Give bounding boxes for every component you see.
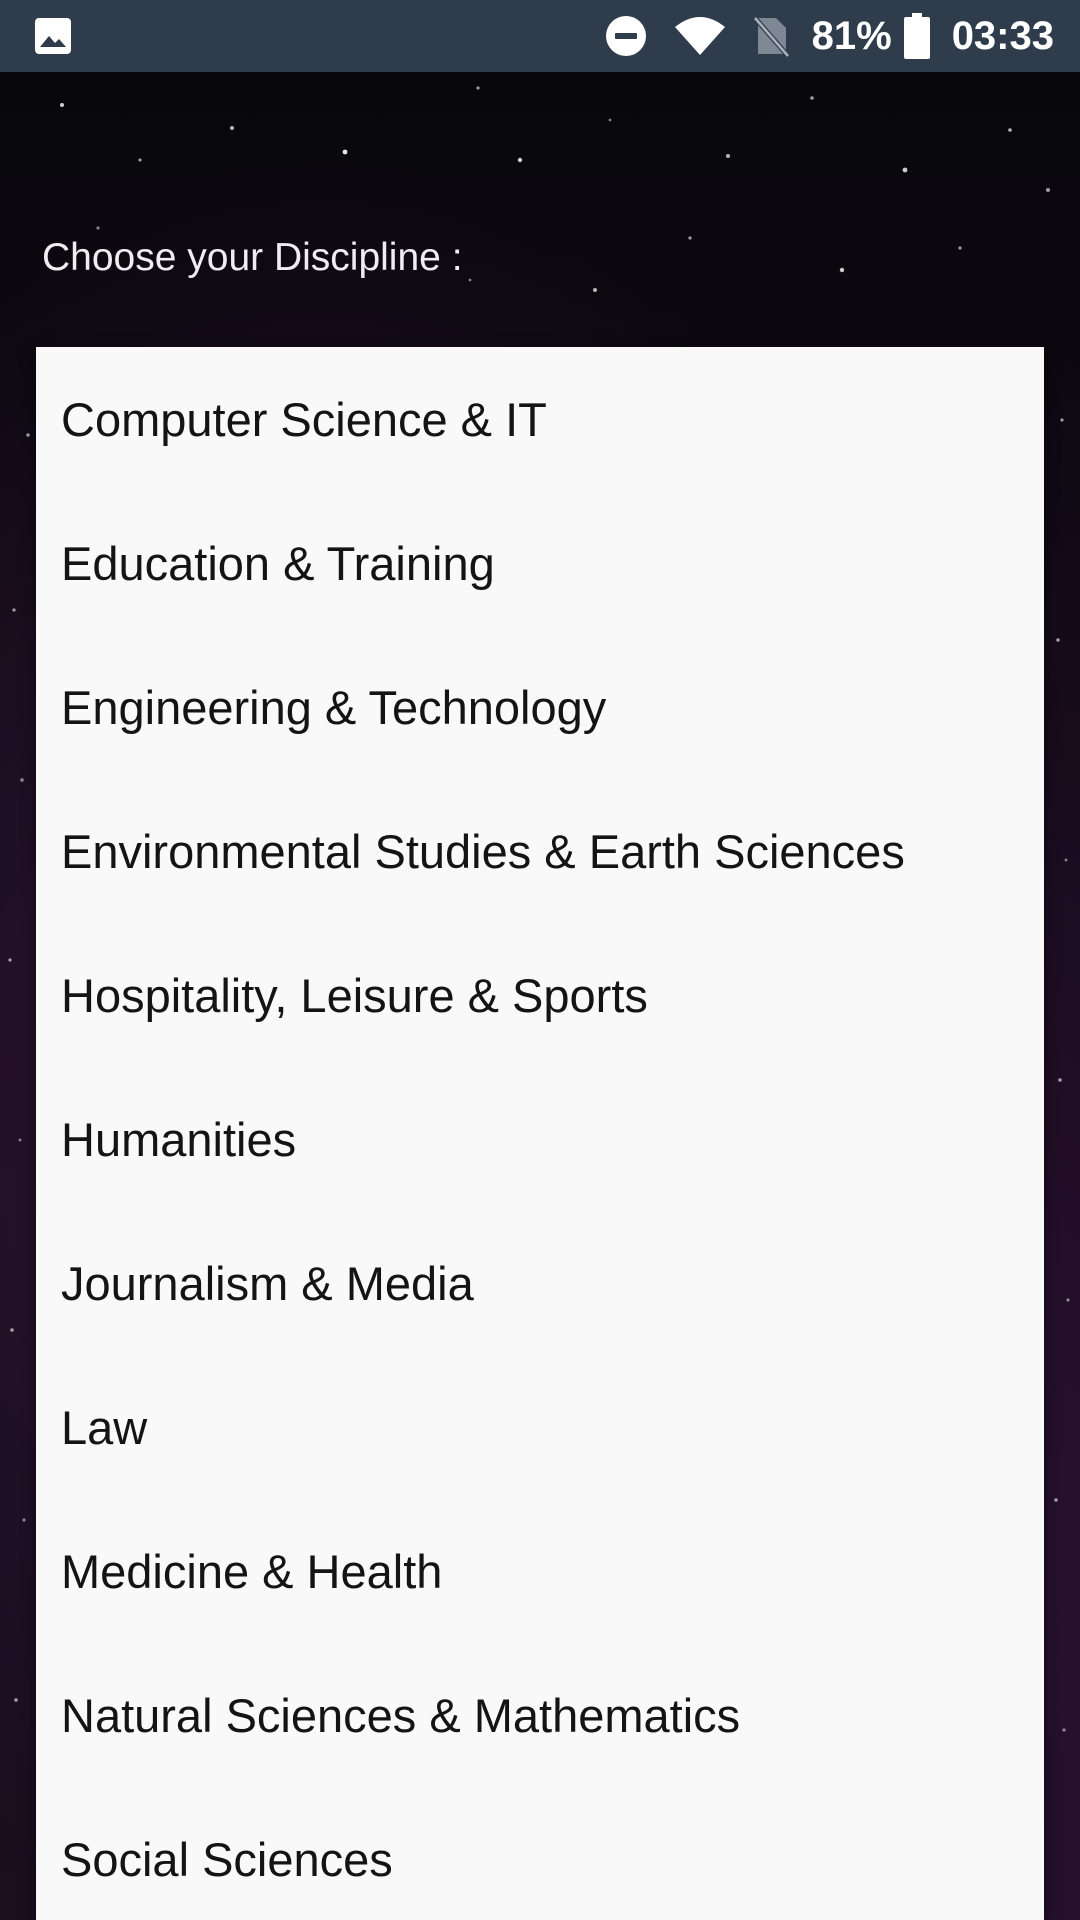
option-law[interactable]: Law (36, 1355, 1044, 1499)
do-not-disturb-icon (604, 14, 648, 58)
option-hospitality-leisure-sports[interactable]: Hospitality, Leisure & Sports (36, 923, 1044, 1067)
no-sim-icon (752, 14, 790, 58)
option-computer-science-it[interactable]: Computer Science & IT (36, 347, 1044, 491)
option-journalism-media[interactable]: Journalism & Media (36, 1211, 1044, 1355)
battery-percent: 81% (811, 13, 892, 58)
option-natural-sciences-mathematics[interactable]: Natural Sciences & Mathematics (36, 1643, 1044, 1787)
option-medicine-health[interactable]: Medicine & Health (36, 1499, 1044, 1643)
discipline-dropdown-list: Computer Science & IT Education & Traini… (36, 347, 1044, 1920)
image-icon (34, 17, 72, 55)
option-humanities[interactable]: Humanities (36, 1067, 1044, 1211)
status-bar: 81% 03:33 (0, 0, 1080, 72)
option-education-training[interactable]: Education & Training (36, 491, 1044, 635)
option-engineering-technology[interactable]: Engineering & Technology (36, 635, 1044, 779)
option-social-sciences[interactable]: Social Sciences (36, 1787, 1044, 1920)
battery-icon (903, 13, 930, 59)
discipline-prompt: Choose your Discipline : (42, 236, 463, 279)
wifi-icon (674, 15, 726, 57)
clock: 03:33 (951, 13, 1054, 58)
option-environmental-studies[interactable]: Environmental Studies & Earth Sciences (36, 779, 1044, 923)
